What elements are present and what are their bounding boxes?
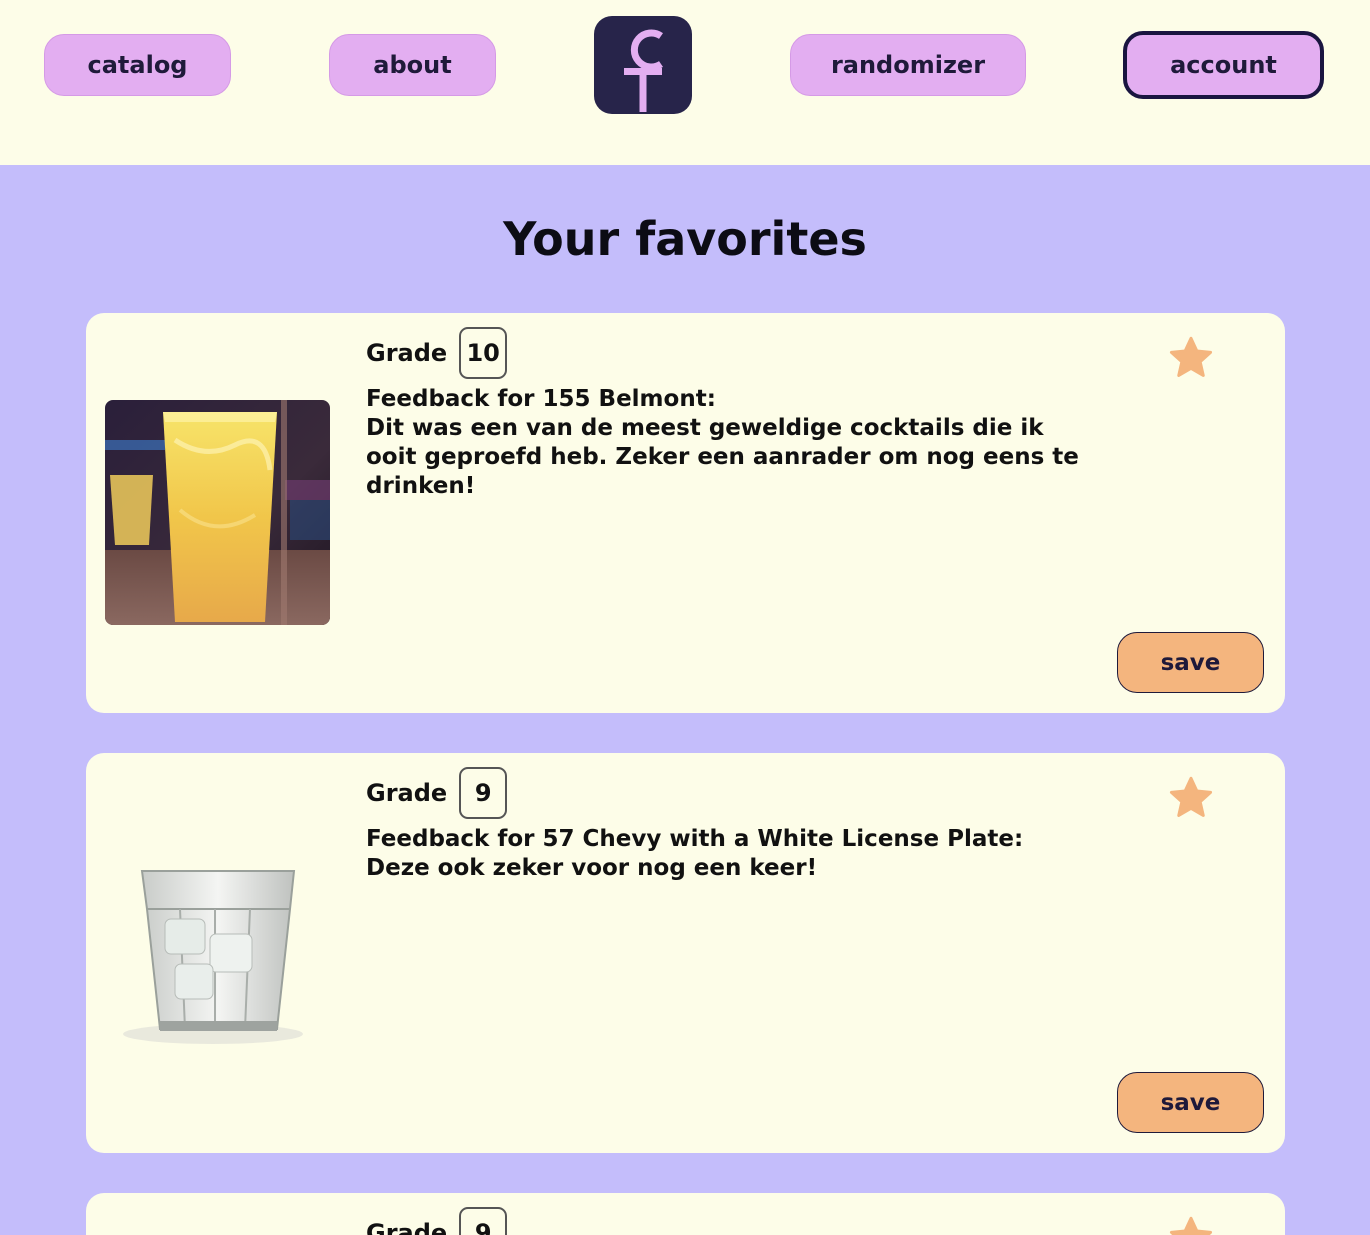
- logo-ct-mark: [624, 29, 663, 112]
- feedback-block: Feedback for 155 Belmont: Dit was een va…: [366, 385, 1086, 501]
- feedback-text: Dit was een van de meest geweldige cockt…: [366, 415, 1079, 499]
- favorite-card: Grade 9: [86, 1193, 1285, 1235]
- grade-input[interactable]: 10: [459, 327, 508, 379]
- grade-label: Grade: [366, 339, 448, 367]
- save-button[interactable]: save: [1117, 632, 1264, 693]
- nav-catalog-button[interactable]: catalog: [44, 34, 231, 96]
- feedback-title: Feedback for 155 Belmont:: [366, 386, 716, 412]
- grade-row: Grade 10: [366, 327, 508, 379]
- grade-input[interactable]: 9: [459, 767, 508, 819]
- save-button[interactable]: save: [1117, 1072, 1264, 1133]
- feedback-block: Feedback for 57 Chevy with a White Licen…: [366, 825, 1126, 883]
- star-icon[interactable]: [1166, 333, 1216, 383]
- grade-label: Grade: [366, 1219, 448, 1235]
- feedback-title: Feedback for 57 Chevy with a White Licen…: [366, 826, 1024, 852]
- feedback-text: Deze ook zeker voor nog een keer!: [366, 855, 818, 881]
- grade-input[interactable]: 9: [459, 1207, 508, 1235]
- nav-randomizer-button[interactable]: randomizer: [790, 34, 1026, 96]
- grade-row: Grade 9: [366, 1207, 508, 1235]
- favorite-card: Grade 10 Feedback for 155 Belmont: Dit w…: [86, 313, 1285, 713]
- site-header: catalog about randomizer account: [0, 0, 1370, 165]
- star-icon[interactable]: [1166, 773, 1216, 823]
- grade-label: Grade: [366, 779, 448, 807]
- favorite-card: Grade 9 Feedback for 57 Chevy with a Whi…: [86, 753, 1285, 1153]
- grade-row: Grade 9: [366, 767, 508, 819]
- cocktail-photo: [105, 400, 330, 625]
- site-logo[interactable]: [594, 16, 692, 114]
- cocktail-photo: [105, 839, 330, 1064]
- nav-account-button[interactable]: account: [1123, 31, 1324, 99]
- nav-about-button[interactable]: about: [329, 34, 496, 96]
- star-icon[interactable]: [1166, 1213, 1216, 1235]
- page-title: Your favorites: [503, 212, 867, 266]
